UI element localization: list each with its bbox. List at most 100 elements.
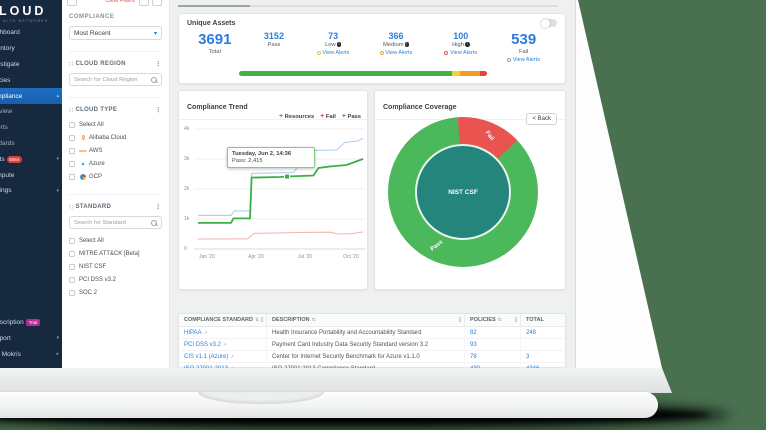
chevron-down-icon: ▾ [56, 335, 59, 341]
checkbox[interactable] [69, 135, 75, 141]
kebab-menu-icon[interactable]: ⋮ [155, 60, 162, 68]
standard-link[interactable]: CIS v1.1 (Azure) [184, 354, 228, 360]
y-tick: 4k [184, 126, 189, 132]
total-count-link[interactable]: 248 [526, 330, 536, 336]
checkbox[interactable] [69, 264, 75, 270]
sidebar-item-inventory[interactable]: Inventory [0, 41, 62, 57]
back-button[interactable]: < Back [526, 113, 557, 125]
legend-pass[interactable]: +Pass [342, 113, 361, 120]
external-link-icon: ↗ [204, 330, 208, 336]
checkbox[interactable] [69, 148, 75, 154]
azure-icon: ▲ [79, 161, 87, 167]
filter-menu-button[interactable] [152, 0, 162, 6]
checkbox-soc2[interactable]: SOC 2 [69, 286, 162, 299]
col-header-policies[interactable]: POLICIES⇅⣿ [465, 314, 521, 326]
standard-section: ∷ STANDARD ⋮ [69, 194, 162, 211]
col-header-total[interactable]: TOTAL [521, 314, 565, 326]
sidebar-item-dashboard[interactable]: Dashboard [0, 25, 62, 41]
clear-filters-link[interactable]: Clear Filters [105, 0, 135, 4]
kebab-menu-icon[interactable]: ⋮ [155, 106, 162, 114]
checkbox-select-all-standard[interactable]: Select All [69, 234, 162, 247]
app-logo: CLOUD PALO ALTO NETWORKS [0, 0, 62, 25]
drag-handle-icon: ⣿ [514, 317, 518, 323]
cloud-region-section: ∷ CLOUD REGION ⋮ [69, 51, 162, 68]
sidebar-item-standards[interactable]: Standards [0, 136, 62, 152]
legend-fail[interactable]: +Fail [320, 113, 336, 120]
collapse-filters-button[interactable] [67, 0, 77, 6]
standard-link[interactable]: PCI DSS v3.2 [184, 342, 221, 348]
checkbox[interactable] [69, 251, 75, 257]
checkbox-nist-csf[interactable]: NIST CSF [69, 260, 162, 273]
standard-description: Center for Internet Security Benchmark f… [267, 351, 465, 362]
filter-panel-title: COMPLIANCE [69, 14, 162, 20]
sidebar-item-support[interactable]: Support ▾ [0, 330, 62, 346]
checkbox[interactable] [69, 238, 75, 244]
policies-count-link[interactable]: 78 [470, 354, 477, 360]
view-alerts-link[interactable]: View Alerts [490, 57, 557, 63]
legend-resources[interactable]: +Resources [279, 113, 314, 120]
sidebar-item-overview[interactable]: Overview [0, 104, 62, 120]
sidebar-item-user[interactable]: Dan Mokris ▸ [0, 346, 62, 362]
checkbox[interactable] [69, 290, 75, 296]
standard-search-input[interactable]: Search for Standard [69, 216, 162, 229]
policies-count-link[interactable]: 93 [470, 342, 477, 348]
unique-assets-card: Unique Assets 3691 Total 3152 Pass 73 Lo… [178, 13, 566, 84]
logo-text: CLOUD [0, 4, 62, 18]
chart-tooltip: Tuesday, Jun 2, 14:36 Pass: 2,415 [227, 147, 315, 168]
checkbox-pci-dss[interactable]: PCI DSS v3.2 [69, 273, 162, 286]
cloud-region-search-input[interactable]: Search for Cloud Region [69, 73, 162, 86]
checkbox[interactable] [69, 161, 75, 167]
policies-count-link[interactable]: 430 [470, 366, 480, 369]
donut-center: NIST CSF [415, 144, 511, 240]
standard-link[interactable]: ISO 27001-2013 [184, 366, 228, 369]
checkbox[interactable] [69, 122, 75, 128]
y-tick: 3k [184, 156, 189, 162]
view-alerts-link[interactable]: View Alerts [431, 50, 490, 56]
assets-toggle[interactable] [541, 19, 557, 27]
view-alerts-link[interactable]: View Alerts [305, 50, 361, 56]
sidebar-item-compute[interactable]: Compute [0, 167, 62, 183]
standard-link[interactable]: HIPAA [184, 330, 202, 336]
kebab-menu-icon[interactable]: ⋮ [155, 203, 162, 211]
sidebar-item-reports[interactable]: Reports [0, 120, 62, 136]
sidebar-item-policies[interactable]: Policies [0, 72, 62, 88]
x-tick: Apr '20 [248, 254, 264, 260]
checkbox-alibaba-cloud[interactable]: ( ) Alibaba Cloud [69, 131, 162, 144]
total-count-link[interactable]: 3 [526, 354, 529, 360]
sidebar-item-compliance[interactable]: Compliance ▴ [0, 88, 62, 104]
time-range-select[interactable]: Most Recent ▾ [69, 26, 162, 40]
sidebar-item-subscription[interactable]: Subscription Trial [0, 315, 62, 331]
sidebar-item-settings[interactable]: Settings ▾ [0, 183, 62, 199]
compliance-coverage-card: Compliance Coverage < Back NIST CSF Fail… [374, 90, 566, 290]
severity-medium-icon [380, 51, 384, 55]
laptop-base [0, 392, 658, 418]
checkbox-aws[interactable]: aws AWS [69, 144, 162, 157]
checkbox-azure[interactable]: ▲ Azure [69, 157, 162, 170]
policies-count-link[interactable]: 82 [470, 330, 477, 336]
checkbox[interactable] [69, 174, 75, 180]
view-alerts-link[interactable]: View Alerts [361, 50, 431, 56]
laptop-bezel [0, 368, 672, 393]
coverage-donut-chart: NIST CSF Fail Pass [388, 117, 538, 267]
col-header-description[interactable]: DESCRIPTION⇅⣿ [267, 314, 465, 326]
alerts-count-badge: 5684 [7, 156, 22, 163]
y-tick: 2k [184, 186, 189, 192]
checkbox-mitre[interactable]: MITRE ATT&CK [Beta] [69, 247, 162, 260]
chart-legend: +Resources +Fail +Pass [279, 113, 361, 120]
checkbox-select-all-cloud[interactable]: Select All [69, 118, 162, 131]
sidebar-item-alerts[interactable]: Alerts 5684 ▾ [0, 151, 62, 167]
col-header-standard[interactable]: COMPLIANCE STANDARD⇅⣿ [179, 314, 267, 326]
horizontal-scrollbar[interactable] [178, 5, 558, 7]
save-filter-button[interactable] [139, 0, 149, 6]
standard-description: Health Insurance Portability and Account… [267, 327, 465, 338]
cloud-type-section: ∷ CLOUD TYPE ⋮ [69, 97, 162, 114]
sidebar-item-investigate[interactable]: Investigate [0, 57, 62, 73]
chevron-right-icon: ▸ [56, 351, 59, 357]
total-count-link[interactable]: 4346 [526, 366, 539, 369]
table-controls: % ↓ ▦ [348, 297, 662, 310]
slice-label-fail: Fail [484, 130, 495, 142]
checkbox[interactable] [69, 277, 75, 283]
checkbox-gcp[interactable]: GCP [69, 170, 162, 183]
sidebar-bottom: Subscription Trial Support ▾ Dan Mokris … [0, 315, 62, 362]
external-link-icon: ↗ [223, 342, 227, 348]
